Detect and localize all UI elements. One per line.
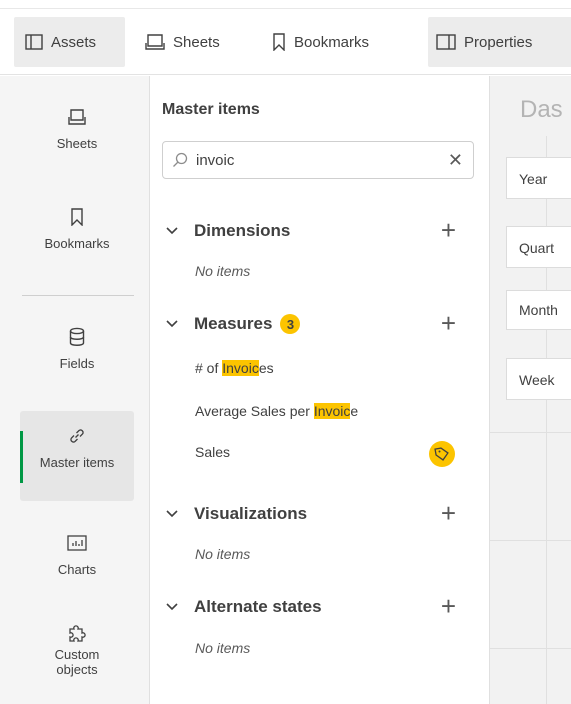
section-dimensions[interactable]: Dimensions + — [166, 217, 476, 243]
puzzle-icon — [69, 625, 86, 642]
section-title: Measures — [194, 314, 273, 333]
list-item[interactable]: # of Invoices — [195, 360, 274, 376]
nav-divider — [22, 295, 134, 296]
database-icon — [69, 327, 85, 346]
add-measure-button[interactable]: + — [441, 310, 456, 336]
search-input[interactable] — [196, 151, 426, 169]
search-icon — [173, 152, 188, 167]
sheet-icon — [68, 109, 86, 125]
search-box[interactable]: ✕ — [162, 141, 474, 179]
nav-item-label: Sheets — [56, 136, 98, 151]
filter-label: Month — [519, 302, 558, 318]
panel-right-icon — [436, 34, 456, 50]
tab-properties[interactable]: Properties — [428, 17, 571, 67]
item-text: es — [258, 360, 274, 376]
chart-icon — [67, 535, 87, 551]
filter-label: Quart — [519, 240, 555, 256]
empty-label: No items — [195, 263, 251, 279]
tab-sheets-label: Sheets — [173, 33, 220, 51]
grid-line — [490, 540, 571, 541]
nav-item-label: Charts — [57, 562, 97, 577]
sheet-title: Das — [520, 96, 563, 123]
search-match-highlight: Invoic — [222, 360, 259, 376]
tab-bookmarks-label: Bookmarks — [294, 33, 370, 51]
section-visualizations[interactable]: Visualizations + — [166, 500, 476, 526]
tab-properties-label: Properties — [464, 33, 533, 51]
chevron-down-icon — [166, 510, 178, 518]
filter-label: Week — [519, 372, 555, 388]
section-measures[interactable]: Measures 3 + — [166, 310, 476, 336]
item-text: # of — [195, 360, 223, 376]
list-item[interactable]: Sales — [195, 444, 230, 460]
chevron-down-icon — [166, 227, 178, 235]
tab-assets-label: Assets — [51, 33, 97, 51]
add-visualization-button[interactable]: + — [441, 500, 456, 526]
nav-item-label: Bookmarks — [44, 236, 110, 251]
nav-item-label: Master items — [39, 455, 115, 470]
item-text: Average Sales per — [195, 403, 314, 419]
section-title: Alternate states — [194, 597, 322, 616]
sheet-canvas: Das Year Quart Month Week — [490, 76, 571, 704]
assets-nav: Sheets Bookmarks Fields Master items Cha… — [0, 76, 150, 704]
panel-title: Master items — [162, 101, 260, 118]
section-title: Visualizations — [194, 504, 308, 523]
grid-line — [490, 432, 571, 433]
active-indicator — [20, 431, 23, 483]
grid-line — [490, 648, 571, 649]
toolbar: Assets Sheets Bookmarks Properties — [0, 0, 571, 75]
search-match-highlight: Invoic — [313, 403, 351, 419]
tab-assets[interactable]: Assets — [14, 17, 125, 67]
nav-item-charts[interactable]: Charts — [20, 532, 134, 577]
bookmark-icon — [71, 208, 83, 226]
filter-label: Year — [519, 171, 548, 187]
panel-left-icon — [25, 34, 43, 50]
chevron-down-icon — [166, 603, 178, 611]
sheet-icon — [145, 34, 165, 50]
filter-pane-month[interactable]: Month — [506, 290, 571, 330]
clear-search-icon[interactable]: ✕ — [448, 151, 463, 169]
list-item[interactable]: Average Sales per Invoice — [195, 403, 358, 419]
filter-pane-year[interactable]: Year — [506, 157, 571, 199]
link-icon — [70, 429, 84, 443]
add-dimension-button[interactable]: + — [441, 217, 456, 243]
nav-item-sheets[interactable]: Sheets — [20, 106, 134, 151]
tab-sheets[interactable]: Sheets — [145, 17, 220, 67]
count-badge: 3 — [280, 314, 301, 334]
nav-item-custom-objects[interactable]: Custom objects — [20, 622, 134, 677]
nav-item-label-line2: objects — [56, 662, 98, 677]
item-text: e — [350, 403, 359, 419]
section-title: Dimensions — [194, 221, 291, 240]
empty-label: No items — [195, 640, 251, 656]
nav-item-label-line1: Custom — [54, 647, 100, 662]
tab-bookmarks[interactable]: Bookmarks — [272, 17, 369, 67]
nav-item-bookmarks[interactable]: Bookmarks — [20, 206, 134, 251]
bookmark-icon — [273, 33, 285, 51]
master-items-panel: Master items ✕ Dimensions + No items Mea… — [150, 76, 490, 704]
filter-pane-quarter[interactable]: Quart — [506, 226, 571, 268]
nav-item-label: Fields — [59, 356, 95, 371]
tag-icon[interactable] — [429, 441, 455, 467]
nav-item-master-items[interactable]: Master items — [20, 411, 134, 501]
empty-label: No items — [195, 546, 251, 562]
section-alternate-states[interactable]: Alternate states + — [166, 593, 476, 619]
nav-item-fields[interactable]: Fields — [20, 326, 134, 371]
add-alternate-state-button[interactable]: + — [441, 593, 456, 619]
grid-line — [546, 136, 547, 704]
filter-pane-week[interactable]: Week — [506, 358, 571, 400]
toolbar-top-divider — [0, 8, 571, 9]
item-text: Sales — [195, 444, 231, 460]
chevron-down-icon — [166, 320, 178, 328]
